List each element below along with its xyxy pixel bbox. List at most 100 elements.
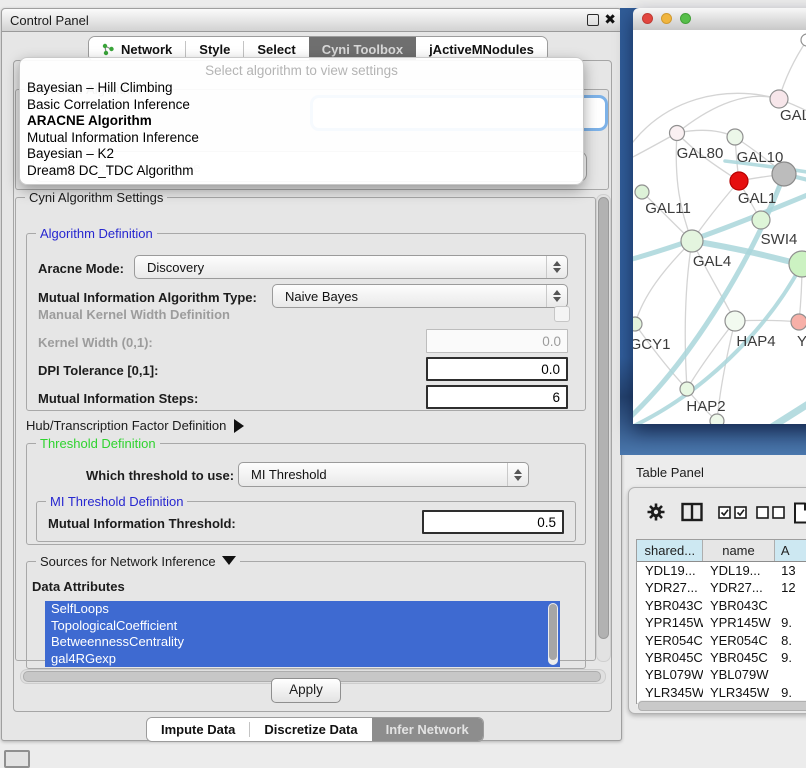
scrollbar-thumb[interactable] xyxy=(549,604,557,660)
table-row[interactable]: YBR045CYBR045C9. xyxy=(637,649,806,666)
network-node[interactable] xyxy=(730,172,748,190)
expand-right-icon[interactable] xyxy=(234,419,244,433)
aracne-mode-combo[interactable]: Discovery xyxy=(134,255,568,279)
attribute-item[interactable]: TopologicalCoefficient xyxy=(45,618,560,635)
network-node[interactable] xyxy=(801,34,806,46)
table-cell[interactable]: YBL079W xyxy=(703,666,775,683)
mi-type-combo[interactable]: Naive Bayes xyxy=(272,284,568,308)
close-traffic-light-icon[interactable] xyxy=(642,13,653,24)
table-cell[interactable]: YER054C xyxy=(703,632,775,649)
network-edge[interactable] xyxy=(633,93,779,150)
dropdown-item[interactable]: Dream8 DC_TDC Algorithm xyxy=(25,163,578,180)
unchecked-boxes-icon[interactable] xyxy=(756,506,786,519)
collapse-down-icon[interactable] xyxy=(222,556,236,565)
table-cell[interactable]: YER054C xyxy=(637,632,703,649)
network-node[interactable] xyxy=(681,230,703,252)
network-node[interactable] xyxy=(727,129,743,145)
scrollbar-thumb[interactable] xyxy=(598,197,609,639)
network-node[interactable] xyxy=(791,314,806,330)
split-columns-icon[interactable] xyxy=(681,502,703,522)
network-node[interactable] xyxy=(710,414,724,424)
settings-vertical-scrollbar[interactable] xyxy=(596,194,611,662)
table-cell[interactable]: 9. xyxy=(775,614,806,631)
apply-button[interactable]: Apply xyxy=(271,678,341,703)
table-cell[interactable]: YPR145W xyxy=(637,614,703,631)
network-node[interactable] xyxy=(680,382,694,396)
network-edge[interactable] xyxy=(779,40,806,99)
data-attributes-list[interactable]: SelfLoopsTopologicalCoefficientBetweenne… xyxy=(45,601,560,667)
dropdown-item[interactable]: Mutual Information Inference xyxy=(25,130,578,147)
table-cell[interactable]: YBR045C xyxy=(703,649,775,666)
float-window-icon[interactable] xyxy=(587,14,599,26)
gear-icon[interactable] xyxy=(646,502,666,522)
table-cell[interactable]: YLR345W xyxy=(703,684,775,701)
column-header[interactable]: A xyxy=(775,540,806,561)
network-canvas[interactable]: GAL80GAL10GAL1GAL11GAL4SWI4GCY1HAP4HAP2G… xyxy=(633,30,806,424)
file-icon[interactable] xyxy=(793,502,806,524)
network-edge[interactable] xyxy=(677,130,735,137)
network-node[interactable] xyxy=(725,311,745,331)
table-cell[interactable]: 12 xyxy=(775,579,806,596)
table-cell[interactable]: YBR045C xyxy=(637,649,703,666)
network-edge-highlighted[interactable] xyxy=(751,372,806,424)
manual-kernel-checkbox[interactable] xyxy=(554,306,570,322)
table-cell[interactable]: 9. xyxy=(775,684,806,701)
table-row[interactable]: YDR27...YDR27...12 xyxy=(637,579,806,596)
network-node[interactable] xyxy=(670,126,685,141)
network-node[interactable] xyxy=(789,251,806,277)
table-cell[interactable]: YDL19... xyxy=(703,562,775,579)
table-cell[interactable]: YDR27... xyxy=(703,579,775,596)
zoom-traffic-light-icon[interactable] xyxy=(680,13,691,24)
column-header[interactable]: name xyxy=(703,540,775,561)
table-cell[interactable] xyxy=(775,666,806,683)
dropdown-item[interactable]: ARACNE Algorithm xyxy=(25,113,578,130)
network-edge[interactable] xyxy=(685,241,692,389)
network-window-titlebar[interactable] xyxy=(633,8,806,31)
table-cell[interactable] xyxy=(775,597,806,614)
network-node[interactable] xyxy=(633,317,642,331)
table-row[interactable]: YBL079WYBL079W xyxy=(637,666,806,683)
network-edge[interactable] xyxy=(677,96,779,133)
table-cell[interactable]: 8. xyxy=(775,632,806,649)
network-node[interactable] xyxy=(752,211,770,229)
table-cell[interactable]: YPR145W xyxy=(703,614,775,631)
table-cell[interactable]: 9. xyxy=(775,649,806,666)
attribute-item[interactable]: SelfLoops xyxy=(45,601,560,618)
table-row[interactable]: YDL19...YDL19...13 xyxy=(637,562,806,579)
tab-discretize-data[interactable]: Discretize Data xyxy=(250,718,371,741)
dropdown-item[interactable]: Bayesian – Hill Climbing xyxy=(25,80,578,97)
minimize-traffic-light-icon[interactable] xyxy=(661,13,672,24)
table-cell[interactable]: YBL079W xyxy=(637,666,703,683)
control-panel-titlebar[interactable]: Control Panel ✖ xyxy=(2,9,621,32)
hub-definition-expander[interactable]: Hub/Transcription Factor Definition xyxy=(26,418,244,433)
table-cell[interactable]: YBR043C xyxy=(703,597,775,614)
tab-infer-network[interactable]: Infer Network xyxy=(372,718,483,741)
table-cell[interactable]: YDL19... xyxy=(637,562,703,579)
table-row[interactable]: YBR043CYBR043C xyxy=(637,597,806,614)
table-row[interactable]: YER054CYER054C8. xyxy=(637,632,806,649)
dpi-tolerance-field[interactable] xyxy=(426,357,568,381)
dropdown-item[interactable]: Bayesian – K2 xyxy=(25,146,578,163)
close-icon[interactable]: ✖ xyxy=(604,11,616,28)
tab-impute-data[interactable]: Impute Data xyxy=(147,718,249,741)
checked-boxes-icon[interactable] xyxy=(718,506,748,519)
table-cell[interactable]: YDR27... xyxy=(637,579,703,596)
network-node[interactable] xyxy=(635,185,649,199)
network-graph[interactable]: GAL80GAL10GAL1GAL11GAL4SWI4GCY1HAP4HAP2G… xyxy=(633,30,806,424)
attribute-item[interactable]: BetweennessCentrality xyxy=(45,634,560,651)
table-row[interactable]: YPR145WYPR145W9. xyxy=(637,614,806,631)
table-cell[interactable]: 13 xyxy=(775,562,806,579)
table-row[interactable]: YLR345WYLR345W9. xyxy=(637,684,806,701)
table-cell[interactable]: YBR043C xyxy=(637,597,703,614)
table-horizontal-scrollbar[interactable] xyxy=(637,700,806,710)
attribute-item[interactable]: gal4RGexp xyxy=(45,651,560,668)
mi-steps-field[interactable] xyxy=(426,385,568,409)
column-header[interactable]: shared... xyxy=(637,540,703,561)
network-edge[interactable] xyxy=(635,324,687,389)
network-node[interactable] xyxy=(770,90,788,108)
restore-panel-button[interactable] xyxy=(4,750,30,768)
scrollbar-thumb[interactable] xyxy=(638,701,806,711)
mit-field[interactable] xyxy=(422,510,564,534)
dropdown-item[interactable]: Basic Correlation Inference xyxy=(25,97,578,114)
table-cell[interactable]: YLR345W xyxy=(637,684,703,701)
